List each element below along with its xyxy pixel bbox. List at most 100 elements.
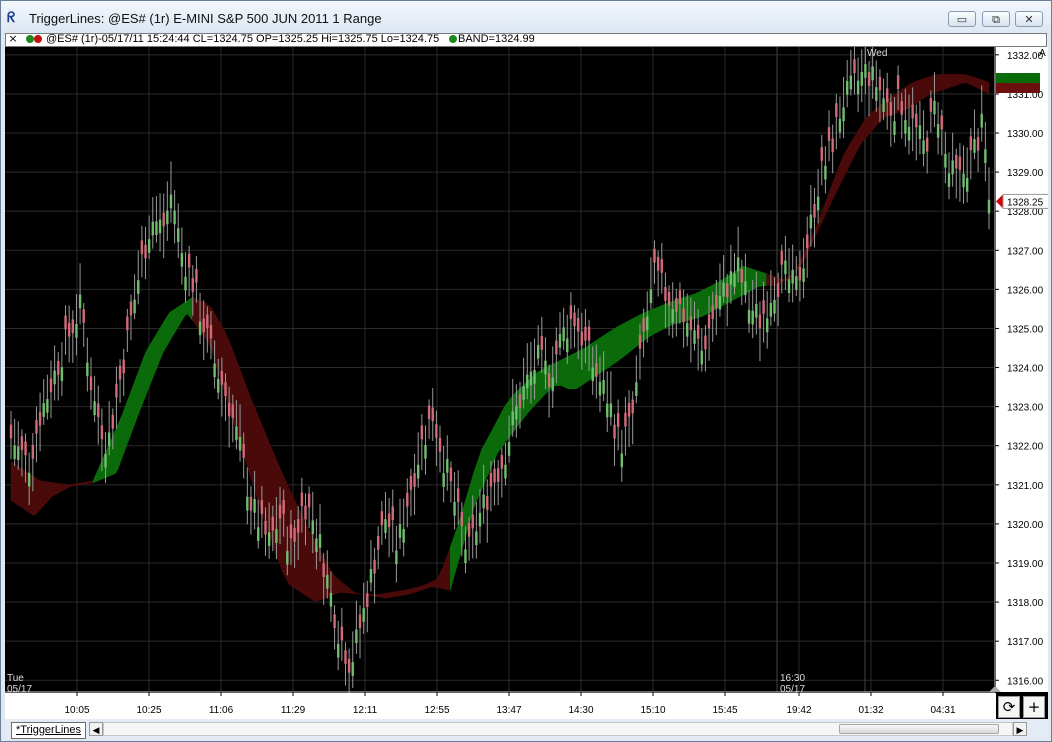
price-bar-body [409, 475, 413, 490]
minimize-button[interactable]: ▭ [948, 11, 976, 27]
price-bar-body [184, 276, 187, 291]
price-bar-body [369, 568, 373, 583]
price-bar-body [693, 330, 696, 344]
price-bar-body [42, 403, 45, 417]
price-bar-body [155, 221, 158, 236]
price-bar-body [340, 626, 344, 641]
tab-triggerlines[interactable]: *TriggerLines [11, 722, 87, 739]
scroll-right-button[interactable]: ▶ [1013, 722, 1027, 736]
price-bar-body [129, 301, 133, 316]
price-bar-body [671, 309, 674, 323]
price-chart[interactable]: 1316.00 1317.00 1318.00 1319.00 1320.00 1321.… [5, 43, 1050, 719]
price-bar-body [104, 453, 107, 468]
price-bar-body [20, 436, 24, 450]
price-bar-body [896, 75, 900, 89]
price-bar-body [373, 559, 376, 574]
price-bar-body [97, 403, 100, 418]
x-tick-label: 11:29 [281, 705, 306, 716]
price-bar-body [384, 519, 387, 533]
price-bar-body [867, 72, 871, 86]
price-bar-body [351, 662, 354, 676]
price-bar-body [162, 212, 165, 227]
price-bar-body [915, 113, 918, 128]
price-bar-body [820, 147, 823, 161]
price-bar-body [78, 294, 82, 309]
scroll-left-button[interactable]: ◀ [89, 722, 103, 736]
price-bar-body [111, 414, 114, 429]
price-bar-body [355, 629, 358, 644]
price-bar-body [951, 160, 954, 175]
x-tick-label: 13:47 [496, 705, 521, 716]
price-bar-body [496, 468, 500, 482]
price-bar-body [137, 280, 140, 294]
band-dot-icon [449, 35, 457, 43]
price-bar-body [602, 380, 605, 394]
price-info-text: @ES# (1r)-05/17/11 15:24:44 CL=1324.75 O… [46, 33, 440, 45]
close-info-icon[interactable]: × [7, 33, 19, 45]
price-bar-body [566, 338, 569, 353]
price-bar-body [53, 370, 56, 385]
price-bar-body [889, 102, 893, 116]
x-tick-label: 12:11 [353, 705, 378, 716]
price-bar-body [875, 87, 878, 101]
price-bar-body [958, 156, 962, 171]
price-bar-body [711, 305, 714, 319]
price-bar-body [987, 199, 991, 214]
price-bar-body [278, 504, 282, 519]
price-bar-body [151, 221, 154, 236]
price-bar-body [246, 496, 249, 511]
title-bar[interactable]: ᖇ TriggerLines: @ES# (1r) E-MINI S&P 500… [1, 1, 1051, 35]
price-bar-body [962, 173, 965, 188]
price-bar-body [31, 445, 35, 459]
price-bar-body [664, 287, 667, 301]
price-bar-body [395, 550, 398, 565]
price-bar-body [217, 378, 220, 393]
y-tick-label: 1326.00 [1007, 285, 1044, 296]
price-bar-body [776, 283, 780, 297]
price-bar-body [609, 403, 613, 418]
price-bar-body [347, 658, 351, 673]
price-bar-body [675, 298, 678, 312]
price-bar-body [17, 446, 20, 461]
price-bar-body [358, 614, 362, 629]
maximize-button[interactable]: ⧉ [982, 11, 1010, 27]
price-bar-body [9, 424, 13, 439]
price-bar-body [173, 210, 176, 225]
band-upper-label: 1331.50 [1007, 74, 1040, 84]
horizontal-scrollbar[interactable] [103, 722, 1013, 736]
price-bar-body [791, 269, 794, 284]
close-button[interactable]: ✕ [1015, 11, 1043, 27]
price-bar-body [24, 441, 27, 456]
x-tick-label: 14:30 [568, 705, 593, 716]
price-bar-body [57, 361, 60, 375]
price-bar-body [282, 500, 285, 514]
price-bar-body [969, 136, 973, 151]
add-button[interactable]: + [1023, 696, 1045, 718]
price-bar-body [71, 319, 75, 334]
price-bar-body [740, 268, 743, 283]
price-bar-body [424, 445, 427, 459]
price-bar-body [500, 454, 504, 469]
price-bar-body [46, 399, 49, 413]
price-bar-body [118, 365, 122, 380]
price-bar-body [227, 402, 231, 417]
price-bar-body [304, 505, 307, 520]
price-bar-body [446, 458, 449, 473]
price-bar-body [257, 527, 260, 541]
y-tick-label: 1329.00 [1007, 168, 1044, 179]
price-bar-body [289, 524, 293, 538]
price-bar-body [438, 437, 442, 452]
price-bar-body [551, 377, 554, 392]
price-bar-body [976, 137, 980, 151]
x-tick-label: 04:31 [930, 705, 955, 716]
scrollbar-thumb[interactable] [839, 724, 999, 734]
price-bar-body [209, 324, 213, 339]
price-bar-body [100, 425, 104, 440]
price-bar-body [846, 81, 849, 95]
x-tick-label: 01:32 [858, 705, 883, 716]
price-bar-body [126, 316, 129, 331]
chart-area[interactable]: 1316.00 1317.00 1318.00 1319.00 1320.00 1321.… [5, 43, 1050, 719]
price-bar-body [802, 268, 805, 282]
price-bar-body [729, 271, 733, 285]
refresh-button[interactable]: ⟳ [998, 696, 1020, 718]
